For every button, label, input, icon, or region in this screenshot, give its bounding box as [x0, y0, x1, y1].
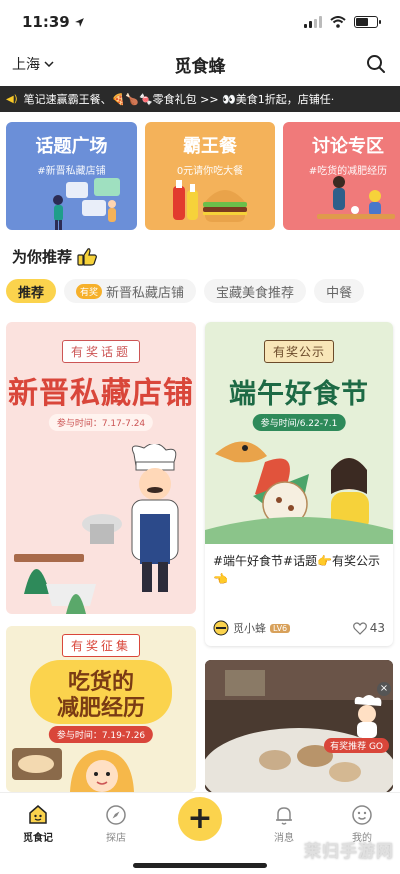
announcement-ticker[interactable]: ◀) 笔记速赢霸王餐、🍕🍗🍬零食礼包 >> 👀美食1折起，店铺任· [0, 86, 400, 112]
compass-icon [106, 805, 126, 825]
city-selector[interactable]: 上海 [12, 54, 54, 74]
chip-label: 新晋私藏店铺 [106, 285, 185, 301]
search-icon[interactable] [364, 52, 388, 76]
poster-title: 新晋私藏店铺 [8, 376, 194, 411]
topic-title: 霸王餐 [183, 136, 237, 157]
poster-time: 参与时间：7.17-7.24 [48, 414, 154, 431]
poster-badge: 有奖征集 [61, 634, 141, 657]
bee-home-icon [29, 805, 47, 824]
poster-time: 参与时间/6.22-7.1 [252, 414, 346, 431]
card-caption: #端午好食节#话题👉有奖公示👈 [213, 554, 381, 586]
status-time: 11:39 [22, 13, 85, 31]
chip-chinese-food[interactable]: 中餐 [314, 279, 365, 303]
nav-label: 探店 [106, 833, 126, 844]
city-label: 上海 [12, 57, 40, 73]
bottom-nav: 觅食记 探店 + 消息 我的 茉归手游网 [0, 792, 400, 874]
wifi-icon [330, 16, 346, 28]
signal-icon [304, 16, 322, 28]
burger-illustration-icon [173, 180, 247, 222]
chip-label: 推荐 [18, 285, 45, 301]
nav-label: 觅食记 [23, 833, 53, 844]
site-watermark: 茉归手游网 [304, 842, 394, 862]
girl-illustration-icon [12, 748, 134, 792]
home-indicator [133, 863, 267, 868]
chip-treasure-food[interactable]: 宝藏美食推荐 [204, 279, 307, 303]
like-count: 43 [369, 621, 385, 635]
topic-card-free-meal[interactable]: 霸王餐 0元请你吃大餐 [145, 122, 275, 230]
poster-title: 端午好食节 [229, 379, 369, 410]
feed-card-dragon-boat[interactable]: 有奖公示 端午好食节 参与时间/6.22-7.1 #端午好食节#话题👉有奖公示👈… [205, 322, 393, 646]
people-illustration-icon [317, 176, 395, 219]
chip-label: 宝藏美食推荐 [216, 285, 295, 301]
app-header: 上海 觅食蜂 [0, 44, 400, 84]
like-button[interactable]: 43 [352, 621, 385, 635]
dragon-zongzi-illustration-icon [205, 441, 393, 544]
chevron-down-icon [44, 61, 54, 67]
prize-badge: 有奖 [76, 283, 103, 299]
status-bar: 11:39 [0, 0, 400, 44]
topic-title: 讨论专区 [312, 136, 384, 157]
chef-illustration-icon [14, 444, 179, 614]
ticker-text: 笔记速赢霸王餐、🍕🍗🍬零食礼包 >> 👀美食1折起，店铺任· [23, 93, 335, 106]
nav-home[interactable]: 觅食记 [8, 803, 68, 844]
recommend-title: 为你推荐 [12, 248, 73, 266]
speaker-icon: ◀) [6, 93, 18, 105]
poster-badge: 有奖话题 [61, 340, 141, 363]
status-icons [304, 16, 381, 28]
chip-new-shops[interactable]: 有奖 新晋私藏店铺 [64, 279, 197, 303]
category-chips: 推荐 有奖 新晋私藏店铺 宝藏美食推荐 中餐 [6, 279, 400, 305]
nav-explore[interactable]: 探店 [86, 803, 146, 844]
nav-label: 消息 [274, 833, 294, 844]
heart-icon [352, 621, 367, 635]
promo-tag[interactable]: 有奖推荐 GO [324, 738, 389, 753]
recommend-heading: 为你推荐 [12, 246, 98, 267]
chip-label: 中餐 [326, 285, 353, 301]
feed-card-new-shops[interactable]: 有奖话题 新晋私藏店铺 参与时间：7.17-7.24 [6, 322, 196, 614]
add-post-button[interactable]: + [178, 797, 222, 841]
topic-cards: 话题广场 #新晋私藏店铺 霸王餐 0元请你吃大餐 讨论专区 #吃货的减肥经历 [6, 122, 400, 232]
chef-mascot-icon [354, 695, 382, 738]
bell-icon [276, 807, 292, 825]
bee-avatar-icon [213, 620, 229, 636]
chat-illustration-icon [53, 178, 120, 230]
poster-title-line-2: 减肥经历 [56, 696, 145, 721]
close-icon[interactable]: × [377, 682, 391, 696]
author[interactable]: 觅小蜂 LV6 [213, 620, 291, 636]
app-title: 觅食蜂 [174, 56, 226, 77]
feed-card-restaurant[interactable]: 有奖推荐 GO × [205, 660, 393, 792]
poster-badge: 有奖公示 [263, 340, 335, 363]
topic-card-square[interactable]: 话题广场 #新晋私藏店铺 [6, 122, 137, 230]
card-footer: 觅小蜂 LV6 43 [213, 620, 385, 636]
thumbs-up-icon [77, 247, 97, 266]
topic-card-discussion[interactable]: 讨论专区 #吃货的减肥经历 [283, 122, 400, 230]
smiley-profile-icon [352, 805, 372, 825]
level-badge: LV6 [270, 623, 291, 633]
location-arrow-icon [74, 17, 84, 27]
topic-title: 话题广场 [35, 136, 108, 157]
author-name: 觅小蜂 [233, 622, 266, 635]
battery-icon [354, 16, 381, 28]
chip-recommend[interactable]: 推荐 [6, 279, 57, 303]
feed-card-diet-stories[interactable]: 有奖征集 吃货的 减肥经历 参与时间：7.19-7.26 [6, 626, 196, 792]
clock: 11:39 [22, 13, 70, 31]
